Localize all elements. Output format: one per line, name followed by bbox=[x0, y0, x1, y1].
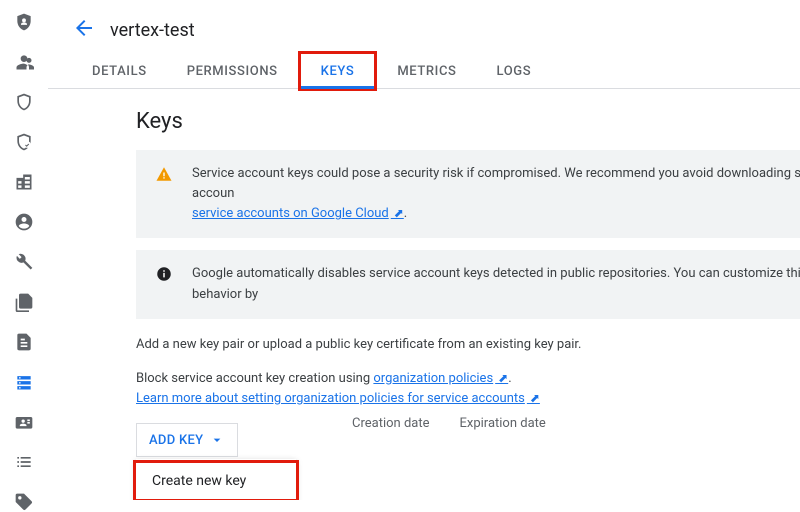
left-nav-rail bbox=[0, 0, 48, 500]
learn-more-link[interactable]: Learn more about setting organization po… bbox=[136, 391, 540, 406]
wrench-icon[interactable] bbox=[14, 252, 34, 272]
warning-callout: Service account keys could pose a securi… bbox=[136, 150, 800, 238]
shield-check-icon[interactable] bbox=[14, 132, 34, 152]
section-heading: Keys bbox=[136, 109, 800, 134]
people-icon[interactable] bbox=[14, 52, 34, 72]
info-callout: Google automatically disables service ac… bbox=[136, 250, 800, 318]
page-header: vertex-test bbox=[48, 0, 800, 54]
info-icon bbox=[154, 264, 174, 283]
org-policies-link[interactable]: organization policies ⬈ bbox=[373, 371, 508, 386]
tab-details[interactable]: DETAILS bbox=[72, 54, 167, 88]
service-accounts-icon[interactable] bbox=[14, 372, 34, 392]
organization-icon[interactable] bbox=[14, 172, 34, 192]
warning-text: Service account keys could pose a securi… bbox=[192, 166, 800, 201]
tab-permissions[interactable]: PERMISSIONS bbox=[167, 54, 298, 88]
tab-keys[interactable]: KEYS bbox=[301, 54, 375, 88]
keys-table-header: Creation date Expiration date bbox=[352, 416, 546, 431]
badge-icon[interactable] bbox=[14, 412, 34, 432]
description-icon[interactable] bbox=[14, 332, 34, 352]
menu-create-new-key[interactable]: Create new key bbox=[136, 463, 296, 499]
shield-outline-icon[interactable] bbox=[14, 92, 34, 112]
external-link-icon: ⬈ bbox=[525, 391, 540, 405]
list-icon[interactable] bbox=[14, 452, 34, 472]
info-text: Google automatically disables service ac… bbox=[192, 266, 800, 301]
desc-line-2: Block service account key creation using bbox=[136, 371, 373, 386]
add-key-button[interactable]: ADD KEY bbox=[136, 423, 238, 457]
tag-icon[interactable] bbox=[14, 492, 34, 512]
external-link-icon: ⬈ bbox=[493, 371, 508, 385]
warning-icon bbox=[154, 164, 174, 183]
col-creation-date: Creation date bbox=[352, 416, 430, 431]
page-title: vertex-test bbox=[110, 20, 195, 41]
col-expiration-date: Expiration date bbox=[460, 416, 546, 431]
add-key-menu: Create new key Upload existing key bbox=[136, 459, 296, 500]
warning-link[interactable]: service accounts on Google Cloud ⬈ bbox=[192, 206, 404, 221]
external-link-icon: ⬈ bbox=[389, 206, 404, 220]
back-arrow-icon[interactable] bbox=[72, 16, 96, 44]
tab-logs[interactable]: LOGS bbox=[477, 54, 552, 88]
tab-bar: DETAILS PERMISSIONS KEYS METRICS LOGS bbox=[48, 54, 800, 89]
iam-shield-icon[interactable] bbox=[14, 12, 34, 32]
tab-metrics[interactable]: METRICS bbox=[377, 54, 476, 88]
desc-line-1: Add a new key pair or upload a public ke… bbox=[136, 335, 800, 355]
account-circle-icon[interactable] bbox=[14, 212, 34, 232]
dropdown-arrow-icon bbox=[209, 432, 225, 448]
files-icon[interactable] bbox=[14, 292, 34, 312]
